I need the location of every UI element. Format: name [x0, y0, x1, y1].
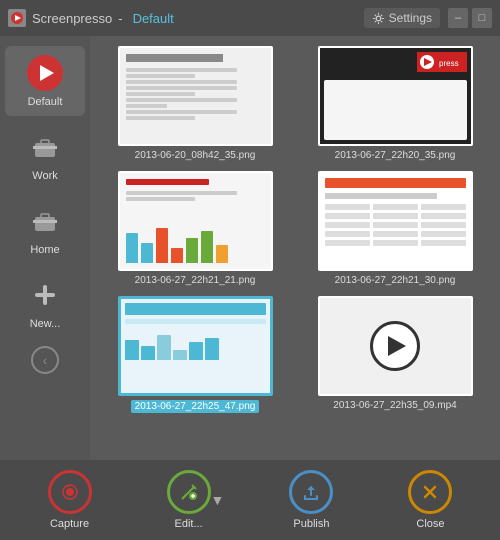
thumbnail-5	[118, 296, 273, 396]
publish-label: Publish	[293, 518, 329, 530]
edit-icon	[167, 470, 211, 514]
title-separator: -	[118, 11, 122, 26]
capture-button[interactable]: Capture	[38, 464, 102, 536]
nav-back-button[interactable]: ‹	[31, 346, 59, 374]
sidebar-label-home: Home	[30, 244, 59, 256]
edit-label: Edit...	[174, 518, 202, 530]
home-icon	[26, 202, 64, 240]
gallery-item-5[interactable]: 2013-06-27_22h25_47.png	[100, 296, 290, 413]
gallery-label-1: 2013-06-20_08h42_35.png	[135, 150, 256, 161]
publish-button[interactable]: Publish	[279, 464, 343, 536]
thumbnail-4	[318, 171, 473, 271]
gallery: 2013-06-20_08h42_35.png press	[90, 36, 500, 460]
gallery-item-3[interactable]: 2013-06-27_22h21_21.png	[100, 171, 290, 286]
close-icon	[408, 470, 452, 514]
sidebar-item-work[interactable]: Work	[5, 120, 85, 190]
default-icon	[26, 54, 64, 92]
main-content: Default Work Home	[0, 36, 500, 460]
edit-group: Edit... ▼	[157, 464, 225, 536]
close-label: Close	[416, 518, 444, 530]
work-icon	[26, 128, 64, 166]
gallery-item-4[interactable]: 2013-06-27_22h21_30.png	[300, 171, 490, 286]
thumbnail-6	[318, 296, 473, 396]
gallery-label-2: 2013-06-27_22h20_35.png	[335, 150, 456, 161]
toolbar: Capture Edit... ▼	[0, 460, 500, 540]
settings-button[interactable]: Settings	[364, 8, 440, 28]
capture-label: Capture	[50, 518, 89, 530]
play-icon	[370, 321, 420, 371]
sidebar-item-home[interactable]: Home	[5, 194, 85, 264]
gallery-item-2[interactable]: press 2013-06-27_22h20_35.png	[300, 46, 490, 161]
new-icon	[26, 276, 64, 314]
close-button[interactable]: Close	[398, 464, 462, 536]
gallery-label-4: 2013-06-27_22h21_30.png	[335, 275, 456, 286]
settings-label: Settings	[389, 11, 432, 25]
sidebar: Default Work Home	[0, 36, 90, 460]
gallery-item-1[interactable]: 2013-06-20_08h42_35.png	[100, 46, 290, 161]
publish-icon	[289, 470, 333, 514]
thumbnail-1	[118, 46, 273, 146]
sidebar-label-new: New...	[30, 318, 61, 330]
maximize-button[interactable]: □	[472, 8, 492, 28]
svg-text:press: press	[439, 59, 459, 68]
screenpresso-icon	[8, 9, 26, 27]
window-controls: – □	[448, 8, 492, 28]
sidebar-item-new[interactable]: New...	[5, 268, 85, 338]
gallery-item-6[interactable]: 2013-06-27_22h35_09.mp4	[300, 296, 490, 413]
gallery-label-6: 2013-06-27_22h35_09.mp4	[333, 400, 456, 411]
title-bar-left: Screenpresso - Default	[8, 9, 174, 27]
edit-dropdown-arrow[interactable]: ▼	[211, 492, 225, 508]
thumbnail-3	[118, 171, 273, 271]
gallery-label-5: 2013-06-27_22h25_47.png	[131, 400, 260, 413]
title-bar: Screenpresso - Default Settings – □	[0, 0, 500, 36]
sidebar-label-work: Work	[32, 170, 57, 182]
minimize-button[interactable]: –	[448, 8, 468, 28]
sidebar-label-default: Default	[28, 96, 63, 108]
profile-label: Default	[133, 11, 174, 26]
gallery-label-3: 2013-06-27_22h21_21.png	[135, 275, 256, 286]
sidebar-item-default[interactable]: Default	[5, 46, 85, 116]
capture-icon	[48, 470, 92, 514]
app-title: Screenpresso	[32, 11, 112, 26]
thumbnail-2: press	[318, 46, 473, 146]
